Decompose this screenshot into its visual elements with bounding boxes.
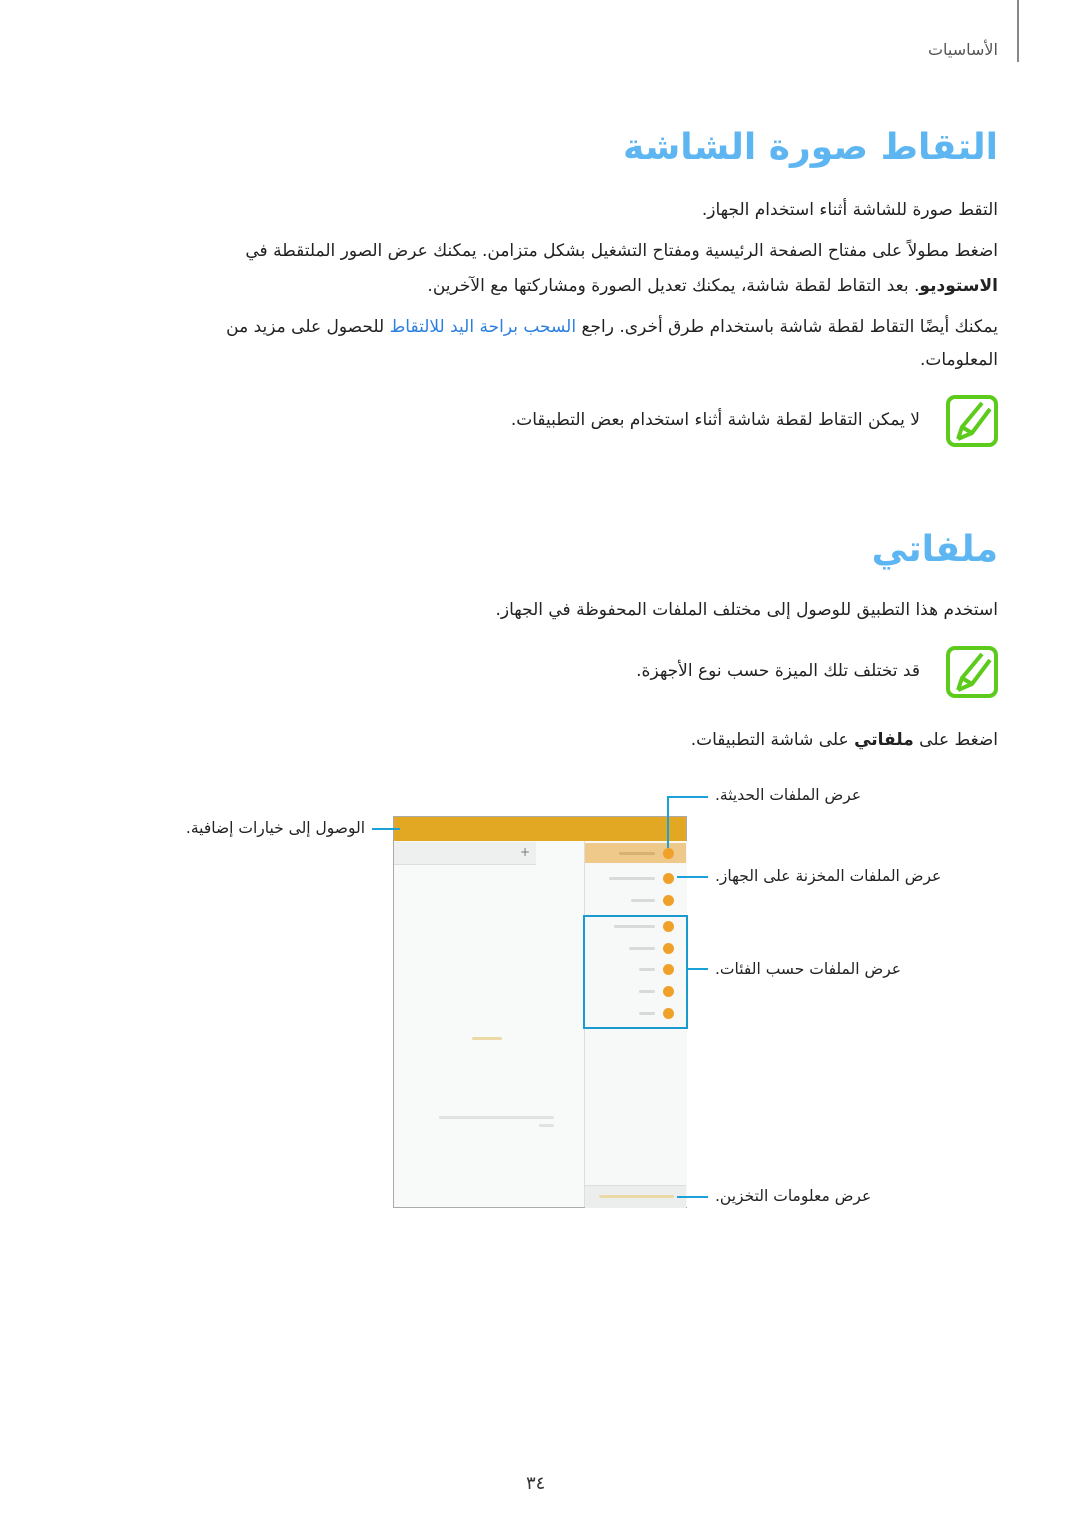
callout-line <box>687 968 708 970</box>
paragraph-text: . بعد التقاط لقطة شاشة، يمكنك تعديل الصو… <box>427 276 920 296</box>
section-title: ملفاتي <box>871 529 998 570</box>
recent-icon <box>663 848 674 859</box>
step-text-part: على شاشة التطبيقات. <box>690 730 855 750</box>
note-text: لا يمكن التقاط لقطة شاشة أثناء استخدام ب… <box>510 410 920 430</box>
note-text: قد تختلف تلك الميزة حسب نوع الأجهزة. <box>636 661 920 681</box>
callout-more-options: الوصول إلى خيارات إضافية. <box>185 819 365 837</box>
intro-text: التقط صورة للشاشة أثناء استخدام الجهاز. <box>701 200 998 220</box>
header-divider <box>1017 0 1019 62</box>
app-bar <box>394 817 686 841</box>
step-text-part: اضغط على <box>913 730 998 750</box>
categories-highlight <box>583 915 688 1029</box>
page-title: التقاط صورة الشاشة <box>622 127 998 168</box>
device-storage-icon <box>663 873 674 884</box>
sd-card-icon <box>663 895 674 906</box>
section-header: الأساسيات <box>927 40 998 59</box>
callout-device-files: عرض الملفات المخزنة على الجهاز. <box>715 867 942 885</box>
intro-text: استخدم هذا التطبيق للوصول إلى مختلف المل… <box>495 600 998 620</box>
callout-categories: عرض الملفات حسب الفئات. <box>715 960 902 978</box>
callout-line <box>677 876 708 878</box>
add-tab-button[interactable]: + <box>520 845 530 859</box>
paragraph-line: المعلومات. <box>919 350 998 370</box>
note-pen-icon <box>946 646 998 698</box>
paragraph-line: اضغط مطولاً على مفتاح الصفحة الرئيسية وم… <box>245 241 998 261</box>
paragraph-line: الاستوديو. بعد التقاط لقطة شاشة، يمكنك ت… <box>427 274 998 298</box>
page-number: ٣٤ <box>526 1473 546 1494</box>
palm-swipe-link[interactable]: السحب براحة اليد للالتقاط <box>390 317 577 337</box>
callout-recent-files: عرض الملفات الحديثة. <box>715 786 862 804</box>
gallery-app-name: الاستوديو <box>919 276 998 296</box>
callout-storage: عرض معلومات التخزين. <box>715 1187 872 1205</box>
callout-line <box>677 1196 708 1198</box>
myfiles-app-name: ملفاتي <box>854 730 914 750</box>
paragraph-text: للحصول على مزيد من <box>226 317 390 337</box>
callout-line <box>667 796 669 848</box>
paragraph-text: يمكنك أيضًا التقاط لقطة شاشة باستخدام طر… <box>576 317 998 337</box>
paragraph-line: يمكنك أيضًا التقاط لقطة شاشة باستخدام طر… <box>226 315 998 339</box>
callout-line <box>667 796 708 798</box>
callout-line <box>372 828 400 830</box>
note-pen-icon <box>946 395 998 447</box>
tab-strip <box>394 842 536 865</box>
step-text: اضغط على ملفاتي على شاشة التطبيقات. <box>691 728 998 752</box>
